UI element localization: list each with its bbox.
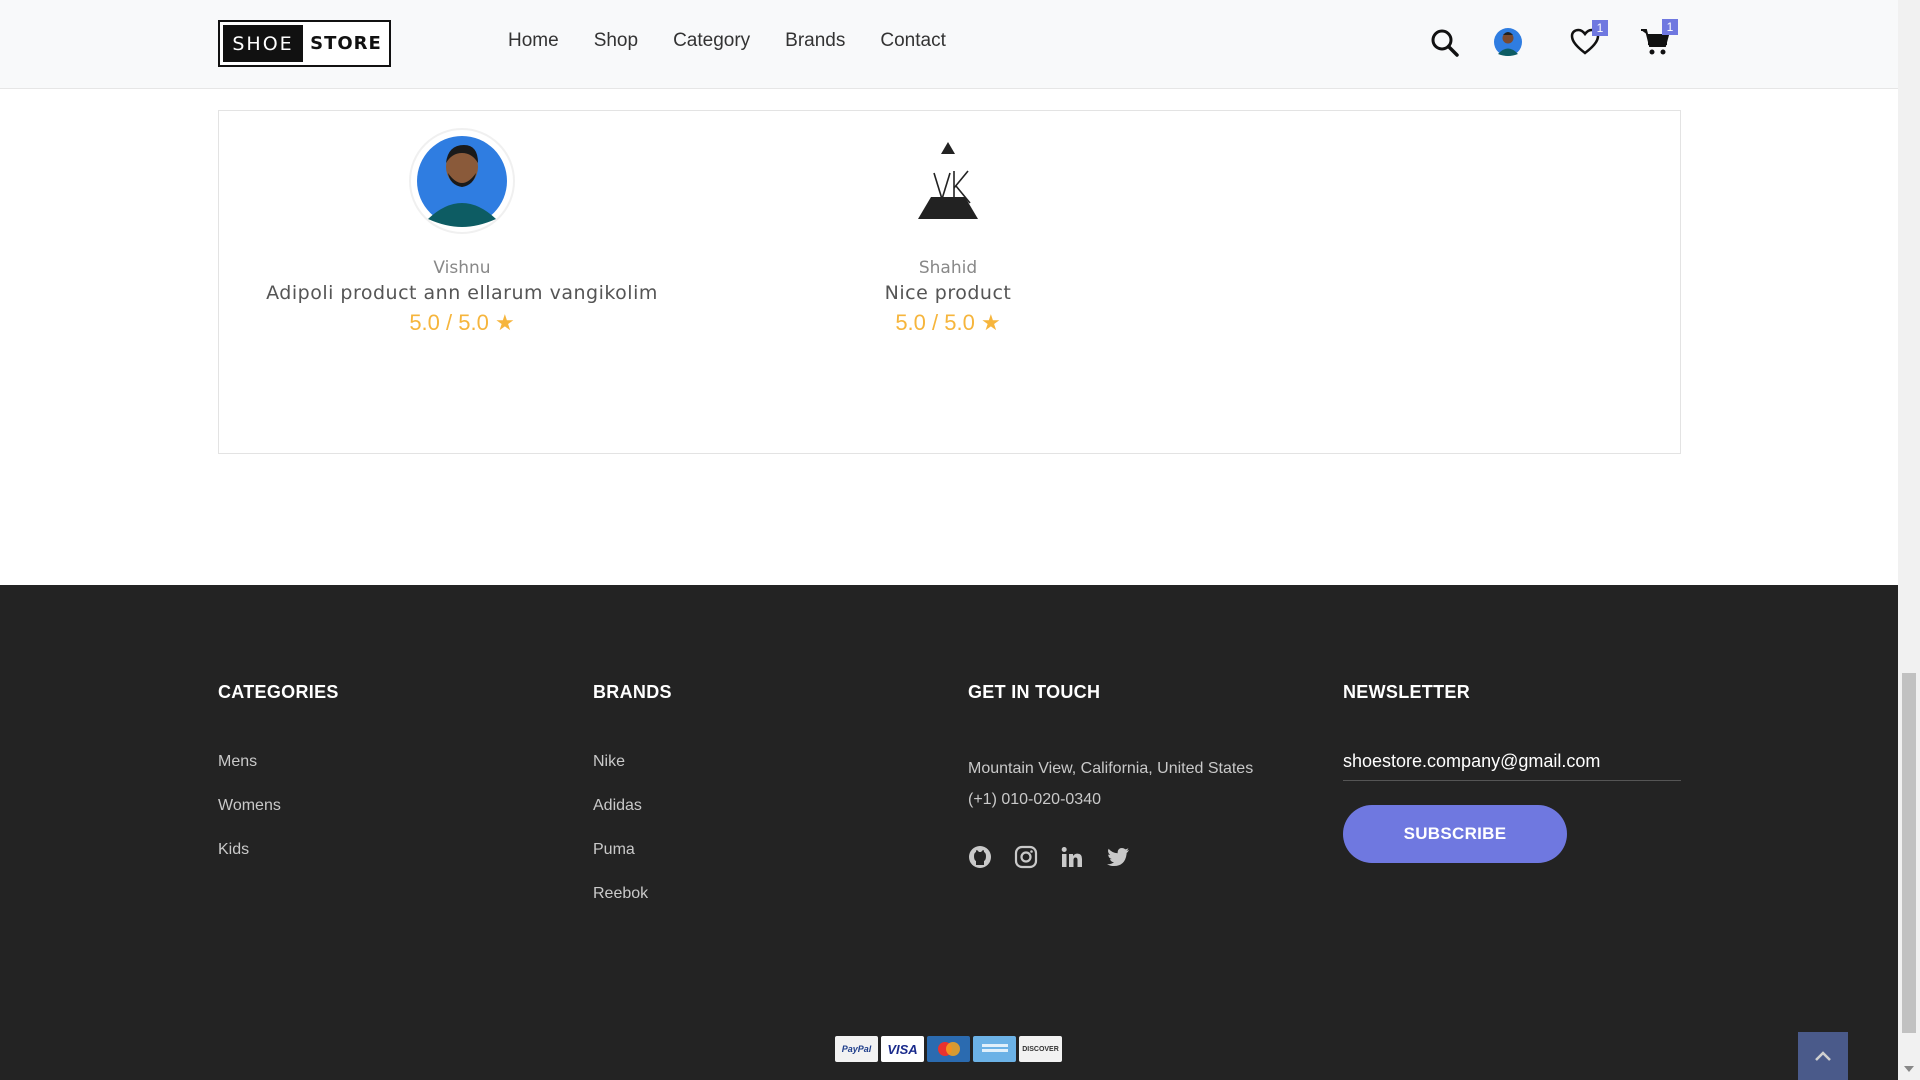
avatar[interactable] [1493,25,1523,63]
heart-icon[interactable]: 1 [1570,20,1608,60]
footer-link-puma[interactable]: Puma [593,841,672,885]
scrollbar-down-arrow[interactable] [1904,1066,1914,1072]
footer-categories: CATEGORIES Mens Womens Kids [218,682,339,885]
twitter-icon[interactable] [1106,845,1130,869]
reviewer-name: Shahid [918,258,978,278]
discover-icon: DISCOVER [1019,1036,1062,1062]
nav-contact[interactable]: Contact [880,30,945,52]
logo-store-text: STORE [310,33,382,54]
footer-newsletter-title: NEWSLETTER [1343,682,1470,702]
star-icon: ★ [980,310,1001,335]
social-links [968,845,1253,869]
review-item: Vishnu Adipoli product ann ellarum vangi… [222,126,702,336]
review-comment: Nice product [884,282,1012,304]
cart-icon[interactable]: 1 [1640,19,1678,61]
nav-category[interactable]: Category [673,30,750,52]
rating-value: 5.0 / 5.0 [409,310,489,335]
site-header: SHOE STORE Home Shop Category Brands Con… [0,0,1898,89]
scroll-to-top-button[interactable] [1798,1032,1848,1080]
payment-methods: PayPal VISA DISCOVER [835,1036,1062,1062]
amex-icon [973,1036,1016,1062]
newsletter-email-field[interactable]: shoestore.company@gmail.com [1343,751,1681,781]
footer-brands: BRANDS Nike Adidas Puma Reebok [593,682,672,929]
review-rating: 5.0 / 5.0 ★ [222,310,702,336]
footer-link-adidas[interactable]: Adidas [593,797,672,841]
wishlist-count-badge: 1 [1592,20,1608,36]
footer-link-kids[interactable]: Kids [218,841,339,885]
reviews-card: Vishnu Adipoli product ann ellarum vangi… [218,110,1681,454]
page-scrollbar[interactable] [1898,0,1920,1080]
footer-newsletter: NEWSLETTER shoestore.company@gmail.com S… [1343,682,1681,863]
footer-link-mens[interactable]: Mens [218,753,339,797]
main-nav: Home Shop Category Brands Contact [508,30,981,52]
footer-contact: GET IN TOUCH Mountain View, California, … [968,682,1253,869]
scrollbar-thumb[interactable] [1902,673,1916,1033]
cart-count-badge: 1 [1662,19,1678,35]
subscribe-button[interactable]: SUBSCRIBE [1343,805,1567,863]
linkedin-icon[interactable] [1060,845,1084,869]
logo-shoe-text: SHOE [223,25,303,62]
instagram-icon[interactable] [1014,845,1038,869]
mastercard-icon [927,1036,970,1062]
github-icon[interactable] [968,845,992,869]
footer-categories-title: CATEGORIES [218,682,339,702]
review-rating: 5.0 / 5.0 ★ [708,310,1188,336]
footer-brands-title: BRANDS [593,682,672,702]
review-item: Shahid Nice product 5.0 / 5.0 ★ [708,126,1188,336]
reviewer-name: Vishnu [433,258,491,278]
search-icon[interactable] [1430,28,1460,62]
contact-phone: (+1) 010-020-0340 [968,791,1101,808]
nav-home[interactable]: Home [508,30,559,52]
star-icon: ★ [494,310,515,335]
footer-contact-title: GET IN TOUCH [968,682,1101,702]
footer-link-reebok[interactable]: Reebok [593,885,672,929]
visa-icon: VISA [881,1036,924,1062]
reviewer-avatar [407,126,517,236]
site-logo[interactable]: SHOE STORE [218,20,391,67]
reviewer-avatar [893,126,1003,236]
review-comment: Adipoli product ann ellarum vangikolim [266,282,658,304]
footer-link-nike[interactable]: Nike [593,753,672,797]
rating-value: 5.0 / 5.0 [895,310,975,335]
contact-address: Mountain View, California, United States [968,760,1254,777]
paypal-icon: PayPal [835,1036,878,1062]
nav-brands[interactable]: Brands [785,30,845,52]
footer-link-womens[interactable]: Womens [218,797,339,841]
nav-shop[interactable]: Shop [594,30,638,52]
